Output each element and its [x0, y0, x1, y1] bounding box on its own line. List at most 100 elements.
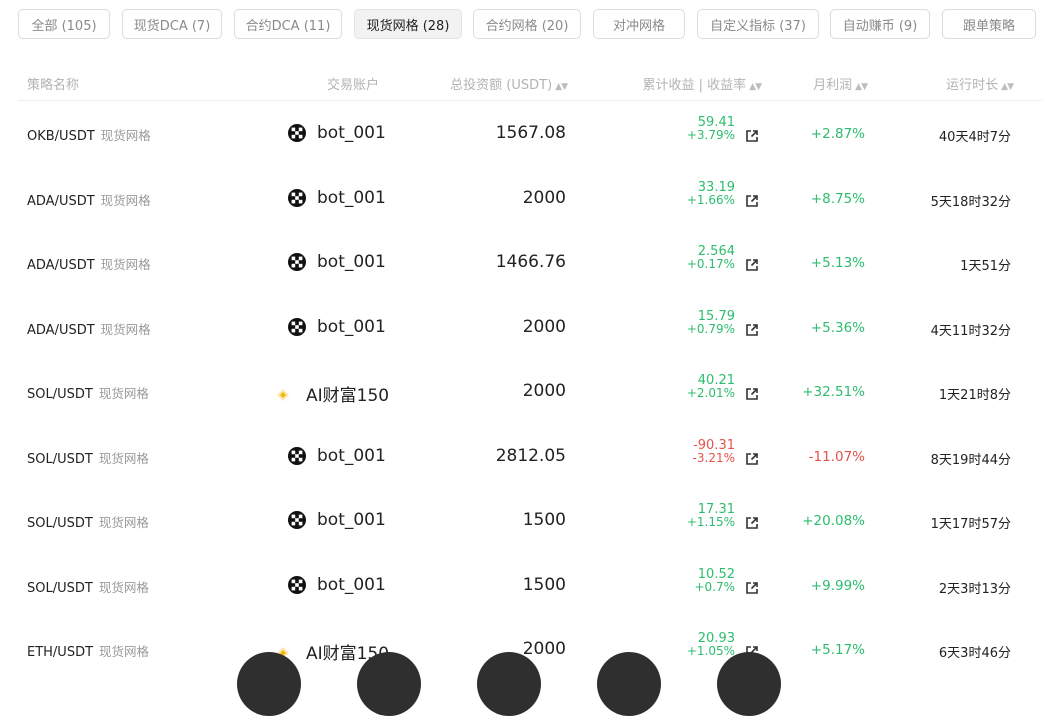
run-duration: 2天3时13分: [938, 581, 1011, 597]
strategy-name: ADA/USDT 现货网格: [27, 190, 151, 209]
trading-account: AI财富150: [277, 381, 390, 406]
share-link-icon[interactable]: [745, 451, 759, 465]
share-link-icon[interactable]: [745, 128, 759, 142]
strategy-name: ETH/USDT 现货网格: [27, 641, 149, 660]
okx-icon: [288, 446, 306, 465]
account-name: AI财富150: [306, 386, 390, 406]
overlay-circle-button[interactable]: [597, 652, 661, 716]
account-name: bot_001: [317, 445, 386, 466]
strategy-type: 现货网格: [100, 128, 151, 143]
strategy-type: 现货网格: [99, 644, 150, 659]
strategy-name: SOL/USDT 现货网格: [27, 577, 149, 596]
overlay-circle-button[interactable]: [717, 652, 781, 716]
col-account: 交易账户: [327, 78, 380, 93]
overlay-circle-button[interactable]: [357, 652, 421, 716]
col-runtime-label: 运行时长: [946, 78, 999, 93]
monthly-profit: +5.17%: [810, 642, 865, 658]
tab-custom-indicator[interactable]: 自定义指标 (37): [697, 9, 819, 39]
table-row[interactable]: SOL/USDT 现货网格 bot_001 2812.05 -90.31 -3.21% -1…: [18, 425, 1043, 489]
earnings-amount: 10.52: [697, 566, 735, 582]
share-link-icon[interactable]: [745, 580, 759, 594]
cumulative-earnings: 33.19 +1.66%: [687, 181, 735, 207]
share-link-icon[interactable]: [745, 257, 759, 271]
run-duration: 1天21时8分: [938, 388, 1011, 403]
table-row[interactable]: SOL/USDT 现货网格 bot_001 1500 10.52 +0.7% +9.99% 2…: [18, 554, 1043, 618]
sort-icon: ▲▼: [555, 82, 568, 92]
tab-futures-grid[interactable]: 合约网格 (20): [473, 9, 581, 39]
earnings-amount: -90.31: [693, 437, 735, 453]
share-link-icon[interactable]: [745, 322, 759, 336]
cumulative-earnings: 2.564 +0.17%: [687, 245, 735, 271]
trading-account: bot_001: [288, 252, 386, 272]
run-duration: 4天11时32分: [930, 323, 1011, 339]
share-link-icon[interactable]: [745, 193, 759, 207]
tab-copy-trading[interactable]: 跟单策略: [942, 9, 1036, 39]
monthly-profit: +8.75%: [810, 190, 865, 207]
okx-icon: [288, 124, 306, 142]
strategy-type: 现货网格: [98, 450, 149, 466]
trading-account: bot_001: [288, 188, 386, 208]
col-monthly-profit[interactable]: 月利润 ▲▼: [813, 74, 868, 93]
account-name: bot_001: [317, 123, 386, 143]
total-investment: 2000: [522, 187, 566, 208]
earnings-rate: +1.15%: [686, 515, 735, 529]
strategy-name: OKB/USDT 现货网格: [27, 125, 151, 144]
col-invest[interactable]: 总投资额 (USDT) ▲▼: [450, 74, 568, 93]
earnings-rate: +1.05%: [686, 644, 735, 658]
cumulative-earnings: 59.41 +3.79%: [687, 116, 735, 142]
sort-icon: ▲▼: [749, 82, 762, 92]
binance-icon: [276, 387, 290, 401]
okx-icon: [288, 253, 306, 271]
trading-pair: SOL/USDT: [27, 451, 93, 467]
table-row[interactable]: SOL/USDT 现货网格 AI财富150 2000 40.21 +2.01% +32.51…: [18, 360, 1043, 424]
run-duration: 8天19时44分: [930, 452, 1011, 468]
col-runtime[interactable]: 运行时长 ▲▼: [946, 74, 1014, 93]
monthly-profit: +2.87%: [810, 126, 865, 142]
trading-pair: ADA/USDT: [27, 322, 95, 338]
earnings-rate: +0.17%: [686, 257, 735, 271]
cumulative-earnings: -90.31 -3.21%: [693, 439, 735, 465]
col-earnings-label: 累计收益 | 收益率: [642, 78, 747, 93]
trading-pair: OKB/USDT: [27, 129, 95, 144]
earnings-rate: +0.7%: [694, 579, 735, 594]
table-row[interactable]: OKB/USDT 现货网格 bot_001 1567.08 59.41 +3.79% +2.…: [18, 102, 1043, 166]
tab-futures-dca[interactable]: 合约DCA (11): [234, 9, 342, 39]
table-row[interactable]: ADA/USDT 现货网格 bot_001 2000 15.79 +0.79% +5.36%…: [18, 296, 1043, 360]
trading-account: bot_001: [288, 123, 386, 143]
strategy-type: 现货网格: [98, 386, 149, 401]
strategy-name: ADA/USDT 现货网格: [27, 319, 151, 338]
earnings-rate: -3.21%: [692, 450, 735, 465]
overlay-circle-button[interactable]: [477, 652, 541, 716]
tab-auto-earn[interactable]: 自动赚币 (9): [830, 9, 930, 39]
tab-hedge-grid[interactable]: 对冲网格: [593, 9, 685, 39]
tab-spot-grid[interactable]: 现货网格 (28): [354, 9, 462, 39]
trading-pair: SOL/USDT: [27, 580, 93, 596]
trading-pair: ADA/USDT: [27, 258, 95, 273]
sort-icon: ▲▼: [1001, 82, 1014, 92]
total-investment: 1500: [522, 510, 566, 530]
cumulative-earnings: 20.93 +1.05%: [687, 632, 735, 658]
earnings-rate: +3.79%: [686, 128, 735, 142]
total-investment: 2000: [522, 381, 566, 401]
table-row[interactable]: ADA/USDT 现货网格 bot_001 1466.76 2.564 +0.17% +5.…: [18, 231, 1043, 295]
monthly-profit: +32.51%: [802, 384, 865, 400]
total-investment: 1500: [522, 574, 566, 595]
col-earnings[interactable]: 累计收益 | 收益率 ▲▼: [643, 74, 762, 93]
table-row[interactable]: SOL/USDT 现货网格 bot_001 1500 17.31 +1.15% +20.08…: [18, 489, 1043, 553]
earnings-rate: +0.79%: [686, 321, 735, 336]
sort-icon: ▲▼: [855, 82, 868, 92]
share-link-icon[interactable]: [745, 515, 759, 529]
share-link-icon[interactable]: [745, 386, 759, 400]
table-row[interactable]: ADA/USDT 现货网格 bot_001 2000 33.19 +1.66% +8.75%…: [18, 167, 1043, 231]
account-name: bot_001: [317, 316, 386, 337]
strategy-name: SOL/USDT 现货网格: [27, 383, 149, 402]
run-duration: 6天3时46分: [938, 646, 1011, 661]
tab-spot-dca[interactable]: 现货DCA (7): [122, 9, 222, 39]
total-investment: 1466.76: [495, 252, 566, 272]
monthly-profit: +9.99%: [810, 577, 865, 594]
overlay-circle-button[interactable]: [237, 652, 301, 716]
strategy-name: SOL/USDT 现货网格: [27, 448, 149, 467]
tab-all[interactable]: 全部 (105): [18, 9, 110, 39]
trading-pair: SOL/USDT: [27, 387, 93, 402]
total-investment: 2000: [522, 639, 566, 659]
